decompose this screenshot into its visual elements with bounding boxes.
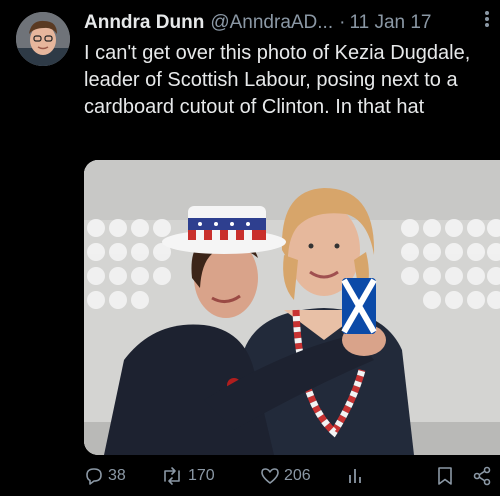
- share-icon: [472, 466, 496, 486]
- heart-icon: [260, 466, 284, 486]
- reply-icon: [84, 466, 108, 486]
- tweet-text: I can't get over this photo of Kezia Dug…: [84, 42, 471, 118]
- bookmark-button[interactable]: [436, 466, 458, 486]
- like-count: 206: [284, 467, 311, 484]
- avatar[interactable]: [16, 12, 70, 66]
- tweet-actions: 38 170 206: [84, 462, 500, 492]
- display-name[interactable]: Anndra Dunn: [84, 11, 204, 35]
- retweet-icon: [160, 466, 188, 486]
- views-chart-icon: [346, 466, 370, 486]
- retweet-button[interactable]: 170: [160, 466, 215, 486]
- user-avatar-icon: [16, 12, 70, 66]
- tweet-header: Anndra Dunn @AnndraAD... · 11 Jan 17: [84, 10, 490, 36]
- tweet-date[interactable]: 11 Jan 17: [349, 11, 431, 35]
- views-button[interactable]: [346, 466, 370, 486]
- reply-button[interactable]: 38: [84, 466, 126, 486]
- more-dots-icon[interactable]: [484, 10, 490, 34]
- retweet-count: 170: [188, 467, 215, 484]
- tweet-photo[interactable]: [84, 160, 500, 455]
- bookmark-icon: [436, 466, 458, 486]
- reply-count: 38: [108, 467, 126, 484]
- share-button[interactable]: [472, 466, 496, 486]
- user-handle[interactable]: @AnndraAD...: [210, 11, 333, 35]
- like-button[interactable]: 206: [260, 466, 311, 486]
- header-separator: ·: [339, 12, 346, 33]
